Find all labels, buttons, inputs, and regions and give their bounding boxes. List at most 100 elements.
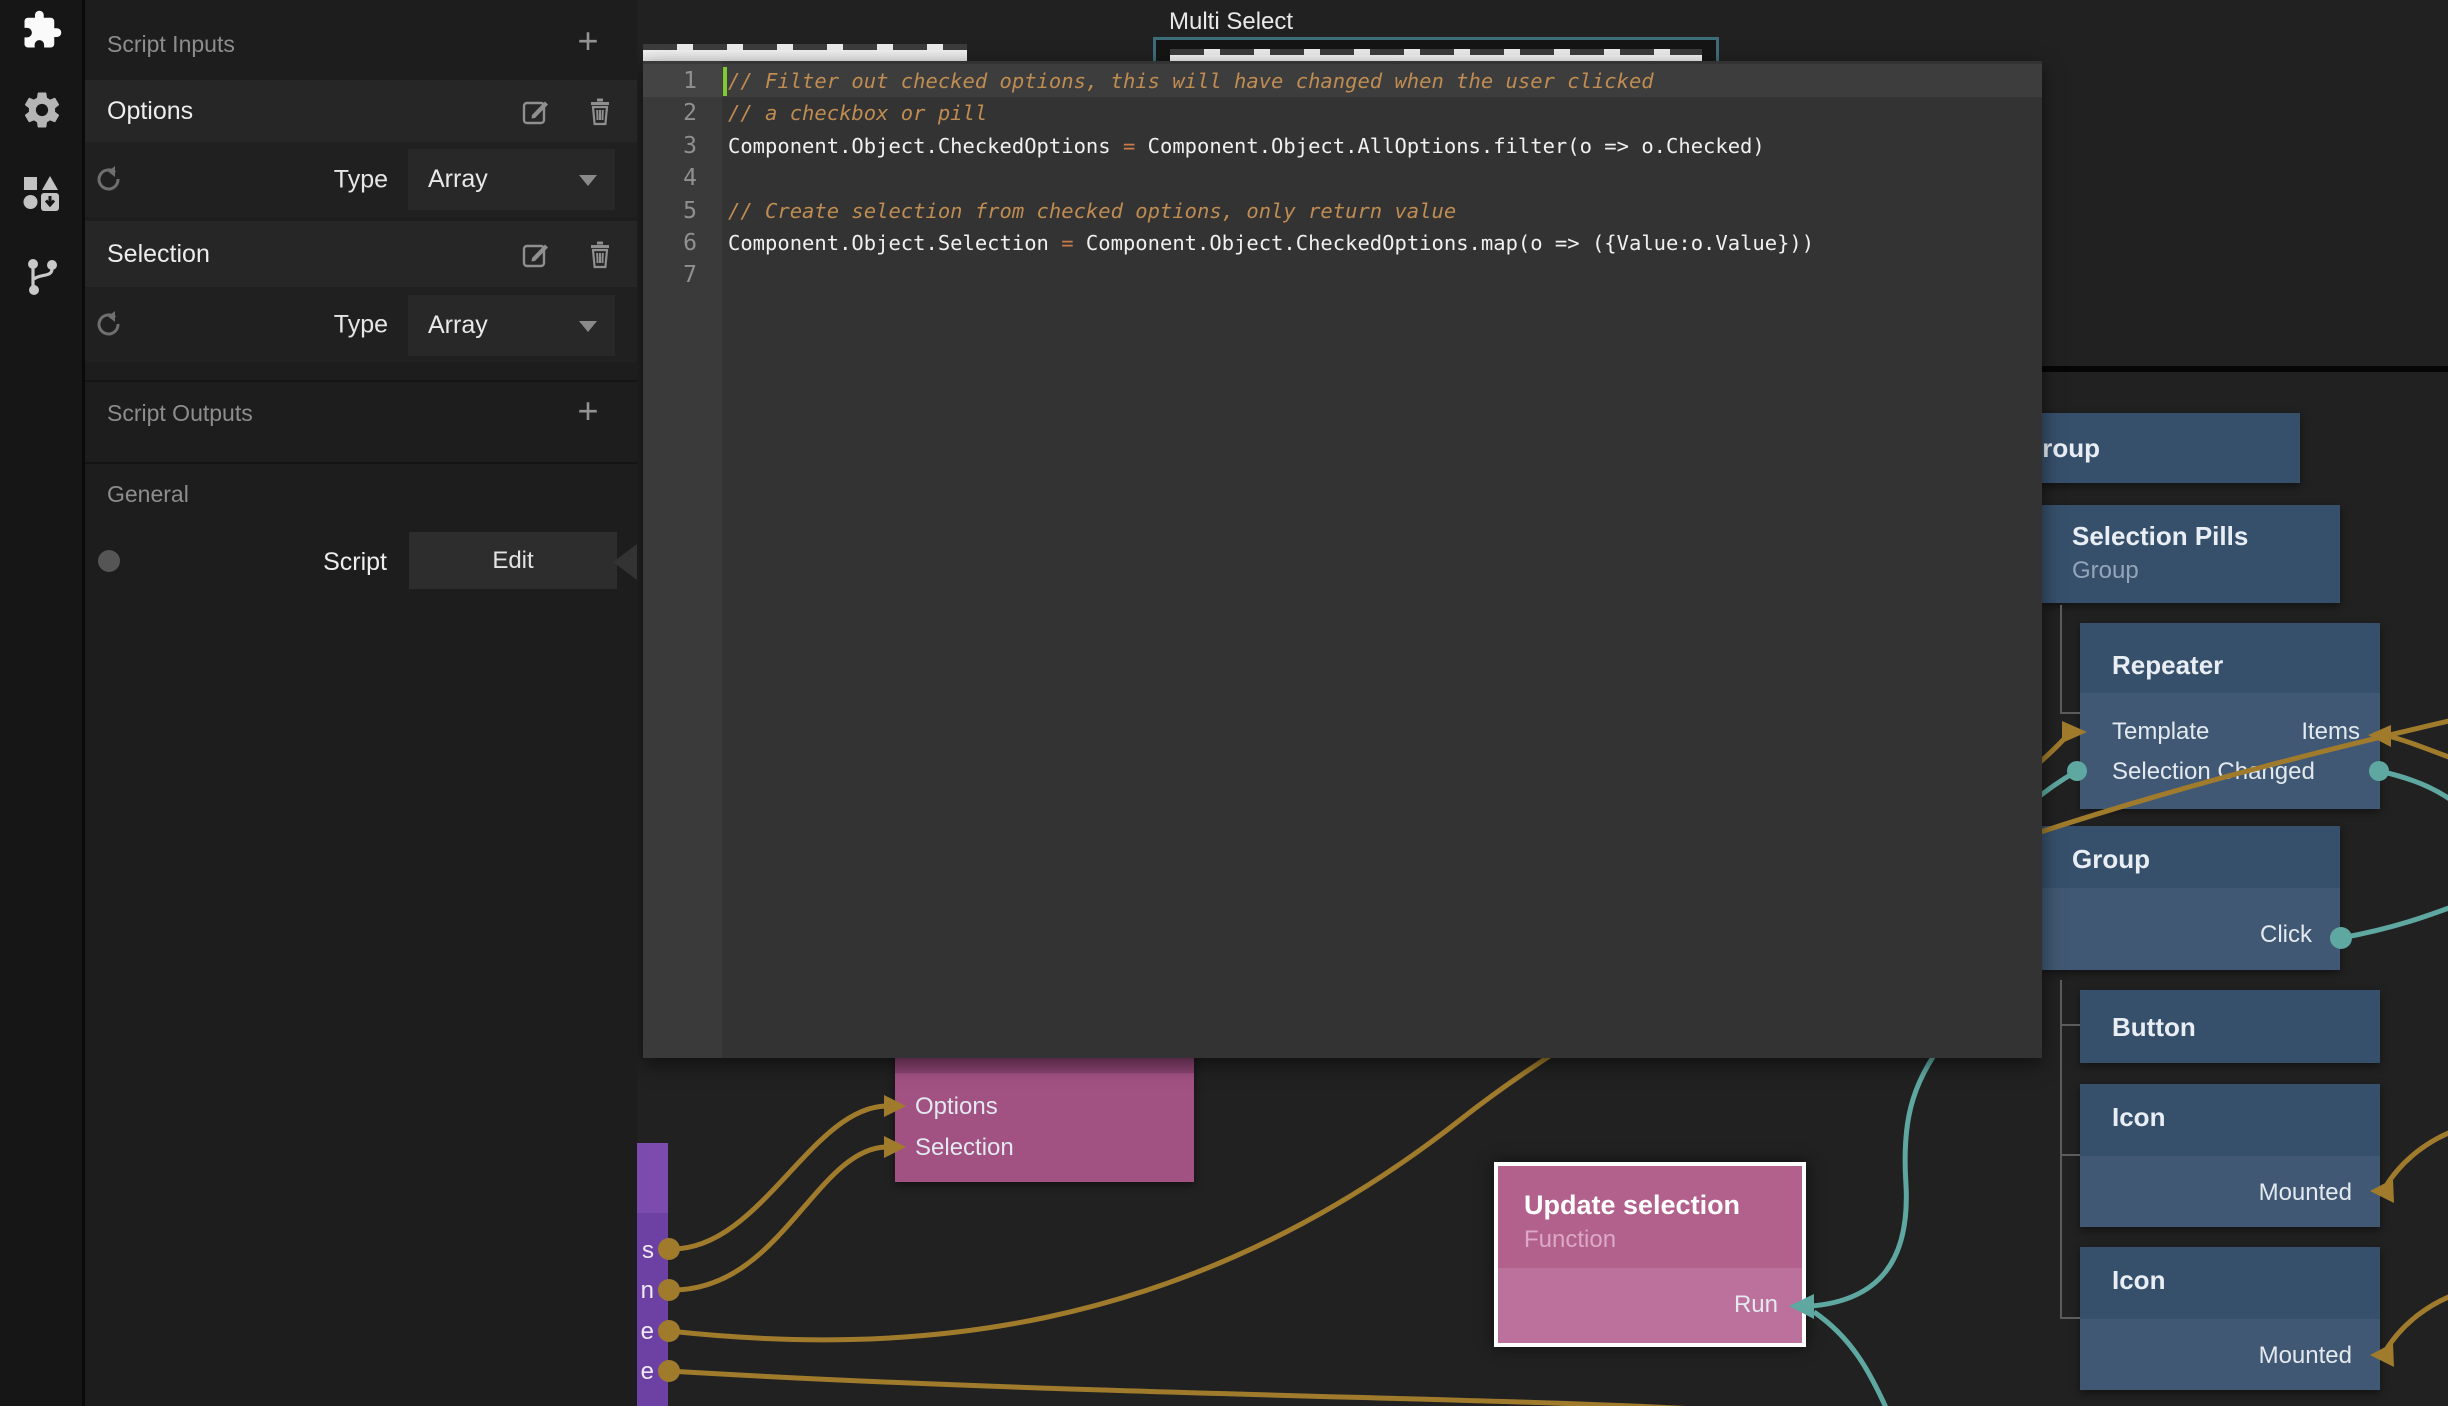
hierarchy-line <box>2060 712 2080 714</box>
port-run[interactable]: Run <box>1734 1291 1778 1319</box>
wire-run-upper[interactable] <box>1812 1040 1945 1306</box>
line-number: 4 <box>643 162 722 194</box>
text-cursor <box>723 67 727 96</box>
port-label-fragment[interactable]: e <box>641 1318 654 1346</box>
line-number: 7 <box>643 259 722 291</box>
line-number: 6 <box>643 227 722 259</box>
wire-mounted-2[interactable] <box>2386 1292 2448 1350</box>
script-status-dot <box>98 550 120 572</box>
node-button[interactable]: Button <box>2080 990 2380 1063</box>
code-editor[interactable]: 1// Filter out checked options, this wil… <box>643 61 2042 1058</box>
line-number: 2 <box>643 97 722 129</box>
port-click[interactable]: Click <box>2260 921 2312 949</box>
input-type-row: Type Array <box>85 142 637 217</box>
port-selection[interactable]: Selection <box>915 1134 1014 1162</box>
checkbox-dash-pattern <box>1170 49 1702 55</box>
edit-icon[interactable] <box>521 239 551 269</box>
node-subtitle: Group <box>2072 557 2139 585</box>
trash-icon[interactable] <box>585 239 615 269</box>
line-number: 3 <box>643 130 722 162</box>
code-line: 1// Filter out checked options, this wil… <box>643 65 2042 97</box>
port-template[interactable]: Template <box>2112 718 2209 746</box>
divider <box>85 462 637 464</box>
line-number: 1 <box>643 65 722 97</box>
section-header-script-outputs: Script Outputs <box>107 400 253 427</box>
wire-click-out[interactable] <box>2341 902 2448 938</box>
edit-script-button[interactable]: Edit <box>409 532 617 589</box>
components-tab-puzzle-icon[interactable] <box>21 9 63 51</box>
node-title: Button <box>2112 1012 2196 1043</box>
settings-gear-icon[interactable] <box>21 89 63 131</box>
node-group[interactable]: Group Click <box>2042 826 2340 970</box>
edit-icon[interactable] <box>521 96 551 126</box>
node-selection-pills[interactable]: Selection Pills Group <box>2042 505 2340 603</box>
editor-callout-pointer <box>613 544 637 580</box>
canvas-divider-line <box>2042 366 2448 372</box>
dropdown-value: Array <box>428 165 488 194</box>
port-items[interactable]: Items <box>2301 718 2360 746</box>
editor-lines: 1// Filter out checked options, this wil… <box>643 65 2042 292</box>
add-output-button[interactable]: + <box>573 398 603 428</box>
code-operator: = <box>1061 231 1073 255</box>
dropdown-value: Array <box>428 311 488 340</box>
node-library-components-icon[interactable] <box>21 174 63 216</box>
type-dropdown[interactable]: Array <box>408 149 615 210</box>
port-mounted[interactable]: Mounted <box>2259 1179 2352 1207</box>
section-header-script-inputs: Script Inputs <box>107 31 235 58</box>
code-comment: // Create selection from checked options… <box>728 199 1456 223</box>
hierarchy-line <box>2060 1154 2080 1156</box>
section-header-general: General <box>107 481 189 508</box>
node-script-io[interactable]: Options Selection <box>895 1046 1194 1182</box>
node-update-selection[interactable]: Update selection Function Run <box>1494 1162 1806 1347</box>
node-title: Icon <box>2112 1265 2165 1296</box>
trash-icon[interactable] <box>585 96 615 126</box>
reset-icon[interactable] <box>94 165 124 195</box>
code-line: 2// a checkbox or pill <box>643 97 2042 129</box>
input-row-selection[interactable]: Selection <box>85 221 637 287</box>
port-mounted[interactable]: Mounted <box>2259 1342 2352 1370</box>
code-comment: // a checkbox or pill <box>728 101 987 125</box>
node-title: Group <box>2072 844 2150 875</box>
hierarchy-line <box>2060 980 2062 1318</box>
node-icon-2[interactable]: Icon Mounted <box>2080 1247 2380 1390</box>
hierarchy-line <box>2060 1317 2080 1319</box>
node-title: Update selection <box>1524 1190 1740 1221</box>
code-comment: // Filter out checked options, this will… <box>728 69 1654 93</box>
tool-sidebar <box>0 0 85 1406</box>
wire-bottom[interactable] <box>669 1371 1920 1406</box>
code-line: 6Component.Object.Selection = Component.… <box>643 227 2042 259</box>
node-icon-1[interactable]: Icon Mounted <box>2080 1084 2380 1227</box>
node-subtitle: Function <box>1524 1226 1616 1254</box>
wire-run-lower[interactable] <box>1814 1312 1888 1406</box>
multi-select-label: Multi Select <box>1169 8 1293 36</box>
hierarchy-line <box>2060 605 2062 713</box>
node-repeater[interactable]: Repeater Template Items Selection Change… <box>2080 623 2380 809</box>
port-label-fragment[interactable]: n <box>641 1277 654 1305</box>
input-row-options[interactable]: Options <box>85 80 637 142</box>
wire-mounted-1[interactable] <box>2386 1128 2448 1186</box>
port-selection-changed[interactable]: Selection Changed <box>2112 758 2315 786</box>
input-name: Options <box>107 97 193 126</box>
input-type-row: Type Array <box>85 287 637 362</box>
line-number: 5 <box>643 195 722 227</box>
add-input-button[interactable]: + <box>573 28 603 58</box>
wire-options[interactable] <box>669 1106 886 1249</box>
chevron-down-icon <box>579 321 597 332</box>
code-operator: = <box>1123 134 1135 158</box>
node-port-area <box>2080 693 2380 809</box>
type-dropdown[interactable]: Array <box>408 295 615 356</box>
reset-icon[interactable] <box>94 310 124 340</box>
wire-selection[interactable] <box>669 1147 886 1290</box>
type-label: Type <box>334 310 388 339</box>
port-options[interactable]: Options <box>915 1093 998 1121</box>
type-label: Type <box>334 165 388 194</box>
checkbox-dash-pattern <box>643 44 967 50</box>
divider <box>85 380 637 382</box>
port-label-fragment[interactable]: e <box>641 1358 654 1386</box>
hierarchy-line <box>2060 1024 2080 1026</box>
port-label-fragment[interactable]: s <box>642 1237 654 1265</box>
version-control-branch-icon[interactable] <box>21 257 63 299</box>
wire-items-feed[interactable] <box>2388 736 2448 762</box>
wire-selection-changed-right[interactable] <box>2379 771 2448 810</box>
code-line: 7 <box>643 259 2042 291</box>
